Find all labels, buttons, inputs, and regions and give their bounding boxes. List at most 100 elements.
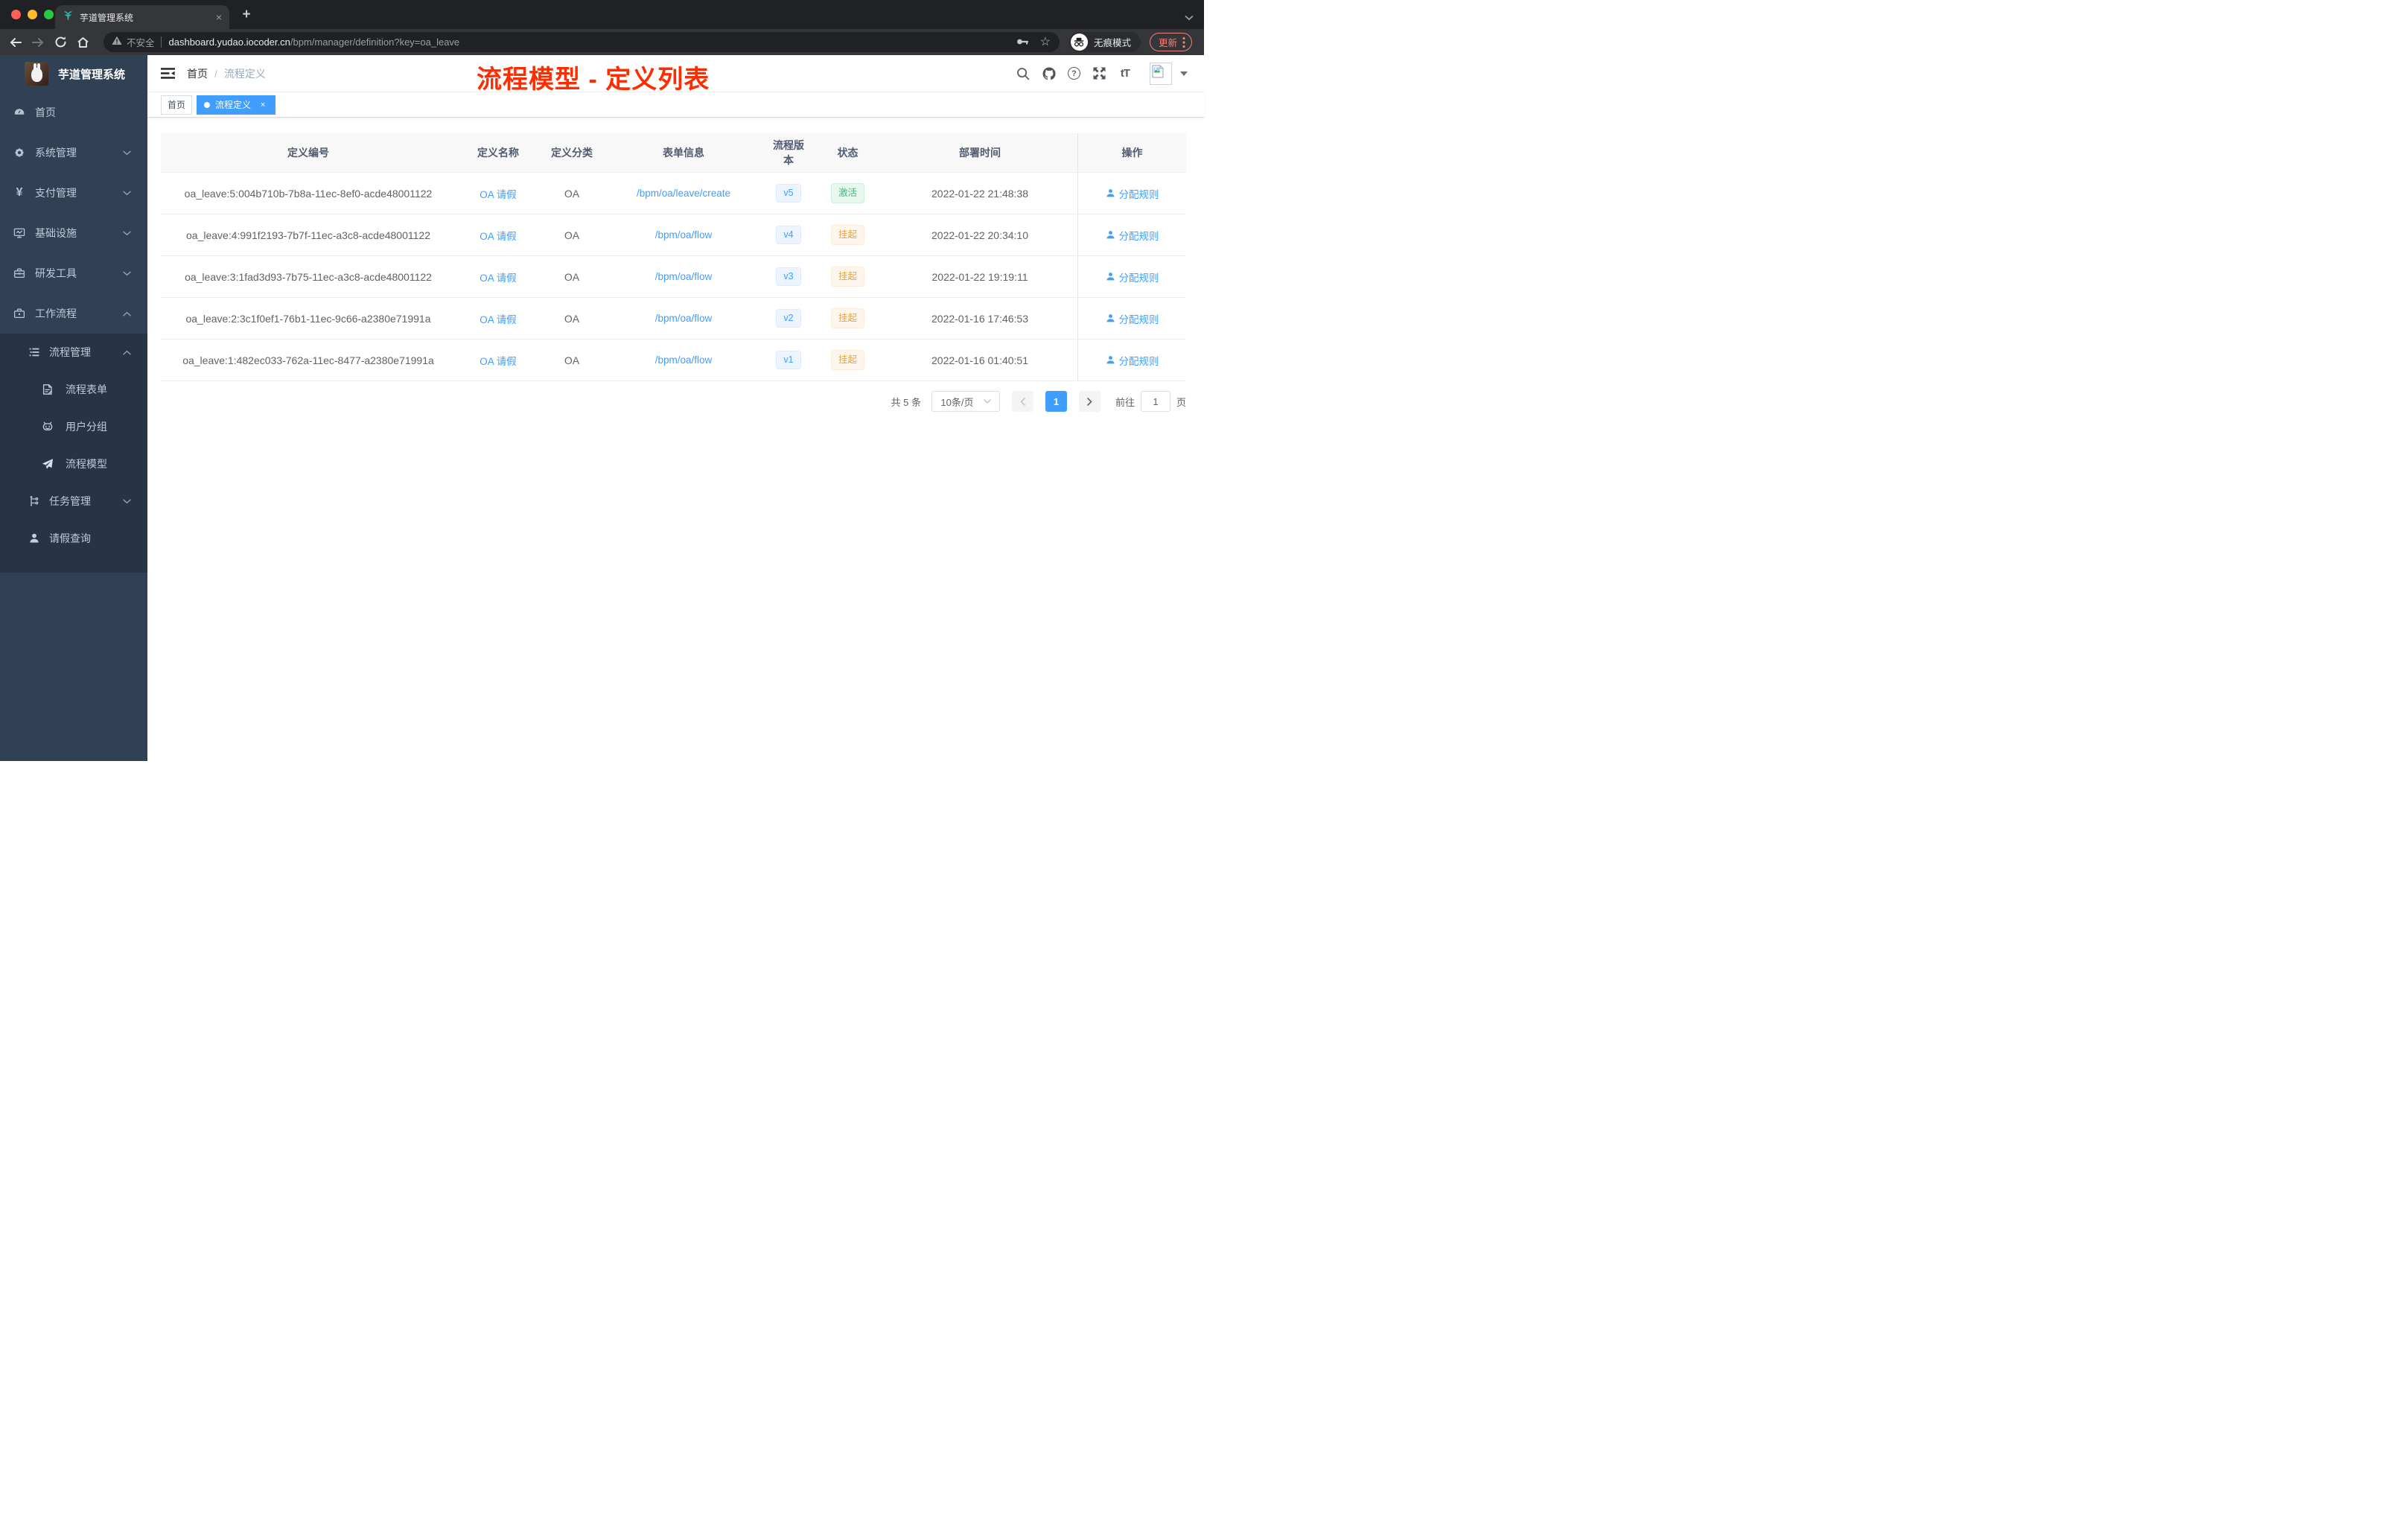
assign-rule-button[interactable]: 分配规则 (1106, 228, 1159, 243)
minimize-window-button[interactable] (28, 10, 37, 19)
workflow-submenu: 流程管理 流程表单 用户分组 流程模型 任务管理 请假查询 (0, 334, 147, 573)
address-bar[interactable]: 不安全 dashboard.yudao.iocoder.cn/bpm/manag… (103, 32, 1060, 52)
column-header: 流程版本 (773, 139, 804, 166)
dashboard-icon (13, 106, 25, 118)
forward-icon[interactable] (31, 36, 45, 48)
tab-title: 芋道管理系统 (80, 12, 134, 23)
page-size-select[interactable]: 10条/页 (931, 391, 1000, 412)
tab-search-chevron-icon[interactable] (1185, 11, 1194, 25)
definition-name-link[interactable]: OA 请假 (480, 311, 517, 326)
column-header: 部署时间 (959, 147, 1001, 159)
chevron-down-icon (123, 271, 131, 276)
next-page-button[interactable] (1078, 391, 1101, 412)
sidebar-item-infrastructure[interactable]: 基础设施 (0, 213, 147, 253)
sidebar-item-label: 支付管理 (35, 187, 77, 199)
assign-rule-button[interactable]: 分配规则 (1106, 353, 1159, 368)
version-badge: v3 (776, 267, 801, 286)
font-size-icon[interactable]: tT (1118, 67, 1133, 80)
fullscreen-icon[interactable] (1092, 66, 1106, 80)
assign-rule-button[interactable]: 分配规则 (1106, 311, 1159, 326)
gear-icon (13, 147, 25, 159)
toolbox-icon (13, 267, 25, 279)
column-header: 定义分类 (551, 147, 593, 159)
form-link[interactable]: /bpm/oa/leave/create (637, 188, 730, 199)
security-label[interactable]: 不安全 (127, 35, 155, 49)
chevron-up-icon (123, 350, 131, 355)
menu-kebab-icon (1182, 36, 1185, 48)
url-text[interactable]: dashboard.yudao.iocoder.cn/bpm/manager/d… (169, 36, 1007, 48)
sidebar-item-process-model[interactable]: 流程模型 (0, 445, 147, 483)
definition-category: OA (564, 354, 580, 366)
bookmark-star-icon[interactable]: ☆ (1040, 36, 1051, 48)
search-icon[interactable] (1016, 67, 1031, 80)
incognito-badge: 无痕模式 (1068, 32, 1141, 52)
home-icon[interactable] (75, 36, 90, 48)
version-badge: v2 (776, 309, 801, 328)
sidebar-item-process-management[interactable]: 流程管理 (0, 334, 147, 371)
monitor-icon (13, 227, 25, 239)
sidebar-item-home[interactable]: 首页 (0, 92, 147, 133)
sidebar-item-task-management[interactable]: 任务管理 (0, 483, 147, 520)
tag-close-icon[interactable]: × (258, 100, 268, 110)
current-page-button[interactable]: 1 (1045, 391, 1067, 412)
security-warning-icon[interactable] (112, 36, 122, 49)
sidebar-item-label: 首页 (35, 106, 56, 118)
form-link[interactable]: /bpm/oa/flow (655, 229, 713, 241)
version-badge: v5 (776, 184, 801, 203)
prev-page-button[interactable] (1011, 391, 1033, 412)
sidebar-item-label: 请假查询 (49, 532, 91, 544)
tag-home[interactable]: 首页 (161, 95, 193, 115)
url-path: /bpm/manager/definition?key=oa_leave (290, 36, 460, 48)
definition-name-link[interactable]: OA 请假 (480, 353, 517, 368)
breadcrumb-home[interactable]: 首页 (187, 66, 208, 81)
sidebar-logo[interactable]: 芋道管理系统 (0, 55, 147, 92)
update-button[interactable]: 更新 (1149, 33, 1192, 51)
form-link[interactable]: /bpm/oa/flow (655, 354, 713, 366)
table-row: oa_leave:2:3c1f0ef1-76b1-11ec-9c66-a2380… (161, 297, 1186, 339)
deploy-time: 2022-01-16 17:46:53 (931, 312, 1028, 325)
column-header: 定义编号 (287, 147, 329, 159)
user-avatar[interactable] (1150, 62, 1188, 85)
form-link[interactable]: /bpm/oa/flow (655, 271, 713, 282)
chevron-up-icon (123, 311, 131, 316)
briefcase-icon (13, 308, 25, 319)
status-badge: 挂起 (830, 308, 864, 328)
sidebar-item-workflow[interactable]: 工作流程 (0, 293, 147, 334)
definition-name-link[interactable]: OA 请假 (480, 186, 517, 201)
pagination: 共 5 条 10条/页 1 前往 页 (161, 391, 1186, 412)
zoom-window-button[interactable] (44, 10, 54, 19)
form-link[interactable]: /bpm/oa/flow (655, 313, 713, 324)
sidebar-item-system[interactable]: 系统管理 (0, 133, 147, 173)
user-icon (1106, 231, 1115, 239)
browser-tab[interactable]: 芋道管理系统 × (55, 5, 229, 29)
active-tag-dot (204, 101, 211, 108)
tag-process-definition[interactable]: 流程定义 × (197, 95, 276, 115)
definition-name-link[interactable]: OA 请假 (480, 228, 517, 243)
sidebar-fold-icon[interactable] (161, 67, 175, 80)
status-badge: 挂起 (830, 267, 864, 287)
user-icon (1106, 314, 1115, 322)
definition-name-link[interactable]: OA 请假 (480, 270, 517, 284)
column-header: 定义名称 (477, 147, 519, 159)
sidebar-item-user-group[interactable]: 用户分组 (0, 408, 147, 445)
table-header-row: 定义编号 定义名称 定义分类 表单信息 流程版本 状态 部署时间 操作 (161, 133, 1186, 172)
close-window-button[interactable] (11, 10, 21, 19)
assign-rule-button[interactable]: 分配规则 (1106, 270, 1159, 284)
github-icon[interactable] (1042, 66, 1057, 81)
help-icon[interactable]: ? (1068, 67, 1080, 80)
reload-icon[interactable] (53, 36, 68, 48)
sidebar-item-payment[interactable]: ¥ 支付管理 (0, 173, 147, 213)
key-icon[interactable] (1016, 36, 1029, 49)
status-badge: 激活 (830, 183, 864, 203)
new-tab-button[interactable]: + (238, 7, 255, 23)
breadcrumb: 首页 / 流程定义 (187, 66, 266, 81)
sidebar-item-devtools[interactable]: 研发工具 (0, 253, 147, 293)
sidebar-item-process-form[interactable]: 流程表单 (0, 371, 147, 408)
tags-view-bar: 首页 流程定义 × (147, 92, 1204, 118)
sidebar-item-leave-query[interactable]: 请假查询 (0, 520, 147, 557)
goto-page-input[interactable] (1140, 391, 1170, 412)
tag-label: 首页 (168, 100, 186, 110)
tab-close-icon[interactable]: × (216, 12, 222, 22)
assign-rule-button[interactable]: 分配规则 (1106, 186, 1159, 201)
back-icon[interactable] (8, 36, 23, 48)
